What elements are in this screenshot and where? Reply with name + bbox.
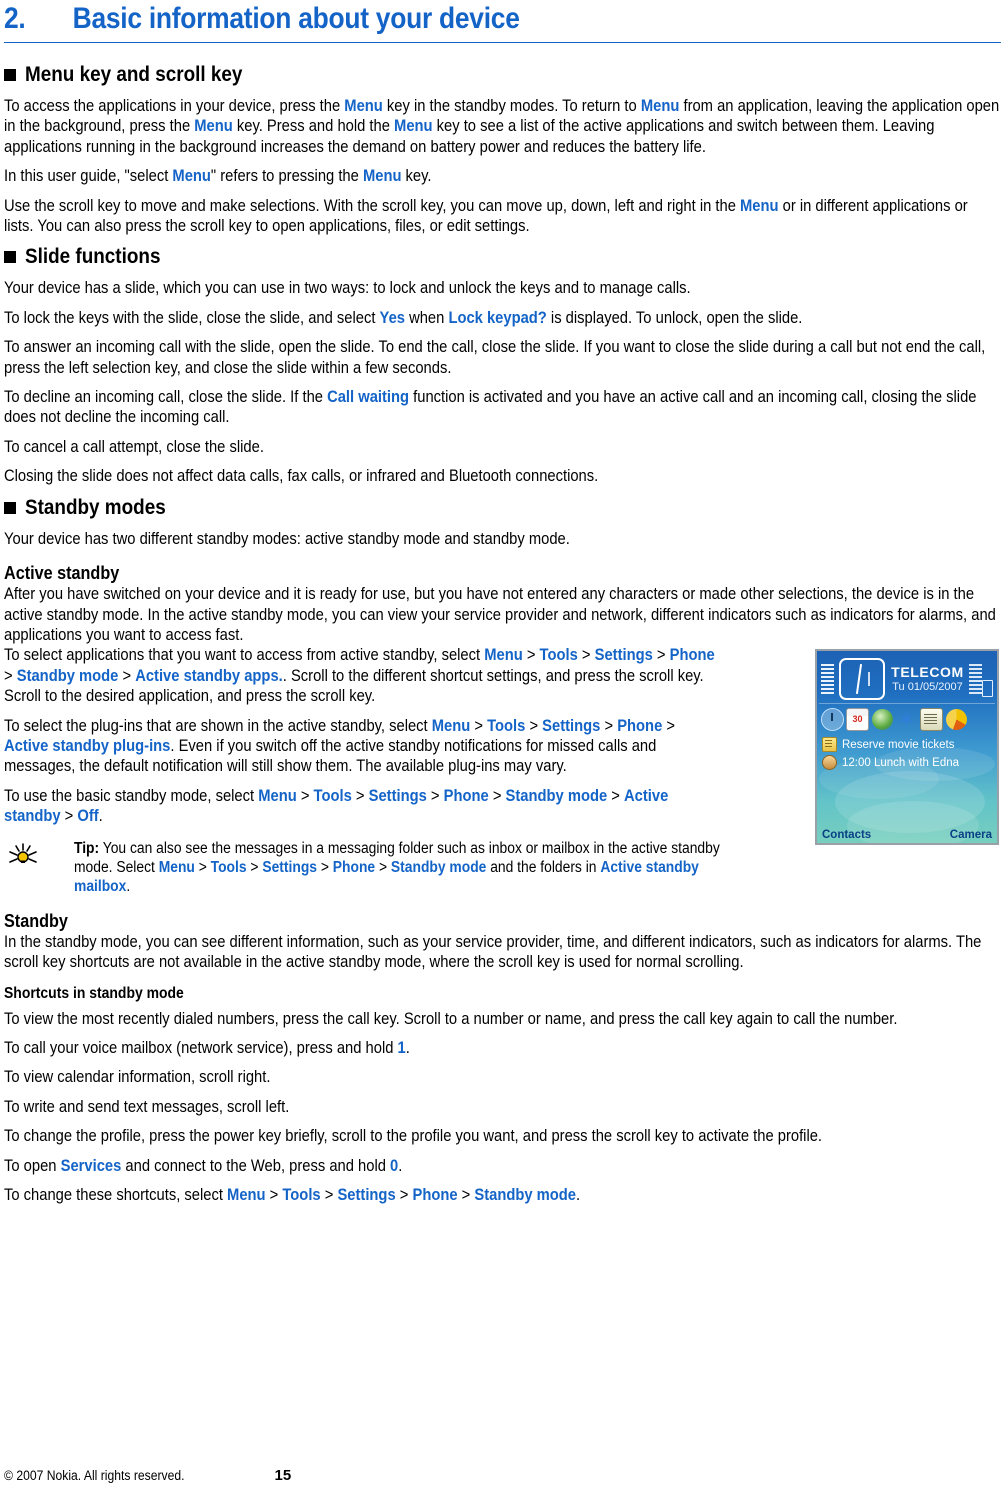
ui-term: Phone <box>332 858 376 876</box>
ui-term: Lock keypad? <box>448 308 547 327</box>
ui-term: Tools <box>313 786 352 805</box>
ui-term: Menu <box>258 786 297 805</box>
ui-term: Phone <box>669 646 715 665</box>
paragraph: To view calendar information, scroll rig… <box>4 1068 271 1087</box>
ui-term: Menu <box>158 858 195 876</box>
softkey-left-contacts[interactable]: Contacts <box>822 829 871 841</box>
paragraph: To cancel a call attempt, close the slid… <box>4 437 264 456</box>
subheading-active-standby: Active standby <box>4 563 120 584</box>
square-bullet-icon <box>4 251 16 264</box>
header-rule <box>4 42 1001 43</box>
square-bullet-icon <box>4 501 16 514</box>
paragraph: To decline an incoming call, close the s… <box>4 388 977 427</box>
paragraph: To view the most recently dialed numbers… <box>4 1009 898 1028</box>
ui-term: Services <box>60 1156 122 1175</box>
paragraph: To change these shortcuts, select Menu >… <box>4 1186 581 1205</box>
ui-term: Off <box>77 807 99 826</box>
paragraph: In this user guide, "select Menu" refers… <box>4 167 432 186</box>
tip-text: Tip: You can also see the messages in a … <box>74 839 728 897</box>
paragraph: To use the basic standby mode, select Me… <box>4 786 669 826</box>
section-heading-menu-key: Menu key and scroll key <box>4 63 1001 87</box>
tip-label: Tip: <box>74 839 100 857</box>
paragraph: Your device has two different standby mo… <box>4 529 570 548</box>
ui-term: Menu <box>640 97 680 115</box>
ui-term: Menu <box>431 716 471 735</box>
section-heading-standby-modes: Standby modes <box>4 496 1001 520</box>
ui-term: Yes <box>379 308 405 327</box>
paragraph: Your device has a slide, which you can u… <box>4 279 691 298</box>
chapter-title: Basic information about your device <box>72 2 520 35</box>
ui-term: Settings <box>337 1186 396 1205</box>
paragraph: To answer an incoming call with the slid… <box>4 338 986 377</box>
tip-body: You can also see the messages in a messa… <box>74 839 720 896</box>
paragraph: To lock the keys with the slide, close t… <box>4 308 803 327</box>
softkey-right-camera[interactable]: Camera <box>950 829 992 841</box>
ui-term: Active standby apps. <box>135 666 283 685</box>
chapter-header: 2. Basic information about your device <box>4 0 881 36</box>
ui-term: Standby mode <box>16 666 119 685</box>
ui-term: Tools <box>210 858 247 876</box>
phone-softkey-bar: Contacts Camera <box>817 829 997 842</box>
ui-term: Phone <box>412 1186 458 1205</box>
ui-term: Standby mode <box>390 858 487 876</box>
subheading-shortcuts-in-standby-mode: Shortcuts in standby mode <box>4 984 184 1002</box>
ui-term: Settings <box>542 716 601 735</box>
square-bullet-icon <box>4 69 16 81</box>
document-page: 2. Basic information about your device M… <box>0 0 1005 1492</box>
section-heading-label: Standby modes <box>25 495 166 519</box>
ui-term: Standby mode <box>474 1186 577 1205</box>
ui-term: Menu <box>194 117 233 136</box>
ui-term: Call waiting <box>327 388 410 407</box>
ui-term: 0 <box>390 1156 399 1175</box>
ui-term: 1 <box>397 1039 406 1057</box>
ui-term: Phone <box>443 786 489 805</box>
ui-term: Settings <box>594 646 653 665</box>
ui-term: Menu <box>227 1186 266 1205</box>
paragraph: In the standby mode, you can see differe… <box>4 932 982 972</box>
paragraph: To write and send text messages, scroll … <box>4 1097 290 1116</box>
chapter-number: 2. <box>4 2 26 35</box>
page-number: 15 <box>274 1467 292 1484</box>
paragraph: Use the scroll key to move and make sele… <box>4 196 968 236</box>
section-heading-label: Menu key and scroll key <box>25 63 243 86</box>
ui-term: Tools <box>539 646 578 665</box>
paragraph: To call your voice mailbox (network serv… <box>4 1039 410 1057</box>
copyright-notice: © 2007 Nokia. All rights reserved. <box>4 1468 185 1483</box>
ui-term: Menu <box>484 646 523 665</box>
ui-term: Standby mode <box>505 786 608 805</box>
page-footer: © 2007 Nokia. All rights reserved. 15 <box>4 1467 1001 1484</box>
paragraph: Closing the slide does not affect data c… <box>4 467 599 486</box>
ui-term: Menu <box>172 167 211 186</box>
subheading-standby: Standby <box>4 910 68 931</box>
ui-term: Menu <box>740 196 779 215</box>
ui-term: Phone <box>617 716 663 735</box>
ui-term: Menu <box>362 167 402 186</box>
ui-term: Menu <box>344 97 383 115</box>
ui-term: Tools <box>282 1186 321 1205</box>
paragraph: To select the plug-ins that are shown in… <box>4 716 676 776</box>
ui-term: Tools <box>487 716 526 735</box>
paragraph: To change the profile, press the power k… <box>4 1127 823 1146</box>
tip-block: Tip: You can also see the messages in a … <box>4 839 801 897</box>
ui-term: Menu <box>394 117 433 136</box>
ui-term: Settings <box>368 786 427 805</box>
paragraph: To open Services and connect to the Web,… <box>4 1156 403 1175</box>
ui-term: Settings <box>262 858 318 876</box>
lightbulb-icon <box>4 839 74 873</box>
section-heading-label: Slide functions <box>25 245 161 269</box>
paragraph: After you have switched on your device a… <box>4 585 996 644</box>
paragraph: To access the applications in your devic… <box>4 97 1000 156</box>
paragraph: To select applications that you want to … <box>4 646 715 706</box>
ui-term: Active standby plug-ins <box>4 736 171 755</box>
section-heading-slide-functions: Slide functions <box>4 245 1001 269</box>
